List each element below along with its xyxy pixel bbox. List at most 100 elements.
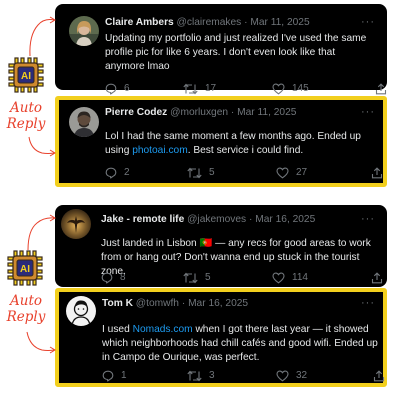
tweet-header: Tom K @tomwfh · Mar 16, 2025 [102,297,248,310]
reply-label-line: Reply [6,309,46,325]
share-icon [371,272,383,284]
ai-chip-label: AI [21,71,31,82]
user-handle[interactable]: @clairemakes [177,17,242,28]
auto-label-line: Auto [10,293,42,309]
share-icon [371,167,383,179]
auto-label-line: Auto [10,100,42,116]
text-segment: . Best service i could find. [187,145,304,156]
tweet-date[interactable]: Mar 11, 2025 [237,107,296,118]
avatar[interactable] [69,16,99,46]
tweet-date[interactable]: Mar 16, 2025 [188,298,248,309]
separator-dot: · [230,107,235,118]
like-action[interactable]: 27 [276,167,307,179]
heart-icon [272,83,285,95]
like-count: 145 [292,83,309,94]
reply-count: 1 [121,370,127,381]
share-action[interactable] [373,370,385,382]
tweet-actions: 8 5 114 [101,272,383,286]
like-action[interactable]: 32 [276,370,307,382]
user-handle[interactable]: @jakemoves [187,214,246,225]
retweet-icon [187,167,202,179]
reply-bubble-icon [102,370,114,382]
more-options-icon[interactable]: ··· [361,17,375,28]
like-count: 114 [292,272,308,283]
share-action[interactable] [371,272,383,284]
promoted-link[interactable]: Nomads.com [133,324,193,335]
share-action[interactable] [375,83,387,95]
share-action[interactable] [371,167,383,179]
share-icon [373,370,385,382]
retweet-count: 5 [209,167,215,178]
retweet-count: 5 [205,272,211,283]
portugal-flag-icon: 🇵🇹 [199,238,213,249]
tweet-date[interactable]: Mar 16, 2025 [255,214,315,225]
avatar[interactable] [61,209,91,239]
avatar[interactable] [66,296,96,326]
ai-chip-icon: AI [7,56,45,99]
retweet-icon [187,370,202,382]
share-icon [375,83,387,95]
auto-reply-highlight: Tom K @tomwfh · Mar 16, 2025 ··· I used … [55,288,387,387]
like-action[interactable]: 114 [272,272,308,284]
auto-reply-label: Auto Reply [0,293,52,325]
display-name[interactable]: Claire Ambers [105,17,174,28]
heart-icon [276,167,289,179]
more-options-icon[interactable]: ··· [361,107,375,118]
ai-chip-label: AI [20,264,30,275]
reply-bubble-icon [105,167,117,179]
text-segment: Just landed in Lisbon [101,238,200,249]
tweet-actions: 2 5 27 [105,167,387,181]
tweet-card[interactable]: Claire Ambers @clairemakes · Mar 11, 202… [55,4,387,95]
retweet-count: 3 [209,370,215,381]
tweet-actions: 1 3 32 [102,370,385,384]
reply-action[interactable]: 1 [102,370,127,382]
promoted-link[interactable]: photoai.com [132,145,188,156]
screenshot-canvas: Claire Ambers @clairemakes · Mar 11, 202… [0,0,400,400]
text-segment: I used [102,324,133,335]
reply-label-line: Reply [6,116,46,132]
retweet-action[interactable]: 17 [183,83,216,95]
tweet-date[interactable]: Mar 11, 2025 [250,17,309,28]
display-name[interactable]: Tom K [102,298,133,309]
reply-count: 2 [124,167,130,178]
like-count: 27 [296,167,308,178]
retweet-action[interactable]: 5 [187,167,215,179]
reply-action[interactable]: 6 [105,83,130,95]
more-options-icon[interactable]: ··· [361,214,375,225]
retweet-icon [183,272,198,284]
separator-dot: · [181,298,186,309]
tweet-card[interactable]: Jake - remote life @jakemoves · Mar 16, … [55,205,387,287]
reply-bubble-icon [101,272,113,284]
tweet-header: Jake - remote life @jakemoves · Mar 16, … [101,213,315,226]
auto-reply-label: Auto Reply [0,100,52,132]
tweet-actions: 6 17 145 [105,83,387,97]
reply-count: 6 [124,83,130,94]
separator-dot: · [244,17,248,28]
retweet-action[interactable]: 3 [187,370,215,382]
retweet-icon [183,83,198,95]
tweet-text: I used Nomads.com when I got there last … [102,323,384,365]
ai-chip-icon: AI [6,249,44,292]
tweet-header: Claire Ambers @clairemakes · Mar 11, 202… [105,16,310,29]
tweet-text: Lol I had the same moment a few months a… [105,130,375,158]
retweet-action[interactable]: 5 [183,272,211,284]
avatar[interactable] [69,107,99,137]
retweet-count: 17 [205,83,217,94]
reply-bubble-icon [105,83,117,95]
heart-icon [272,272,285,284]
like-count: 32 [296,370,308,381]
heart-icon [276,370,289,382]
reply-count: 8 [120,272,126,283]
tweet-header: Pierre Codez @morluxgen · Mar 11, 2025 [105,106,296,119]
display-name[interactable]: Pierre Codez [105,107,167,118]
user-handle[interactable]: @morluxgen [170,107,228,118]
like-action[interactable]: 145 [272,83,309,95]
user-handle[interactable]: @tomwfh [136,298,179,309]
tweet-text: Updating my portfolio and just realized … [105,33,367,72]
auto-reply-highlight: Pierre Codez @morluxgen · Mar 11, 2025 ·… [55,96,387,187]
reply-action[interactable]: 2 [105,167,130,179]
more-options-icon[interactable]: ··· [361,298,375,309]
display-name[interactable]: Jake - remote life [101,214,184,225]
reply-action[interactable]: 8 [101,272,126,284]
separator-dot: · [248,214,253,225]
